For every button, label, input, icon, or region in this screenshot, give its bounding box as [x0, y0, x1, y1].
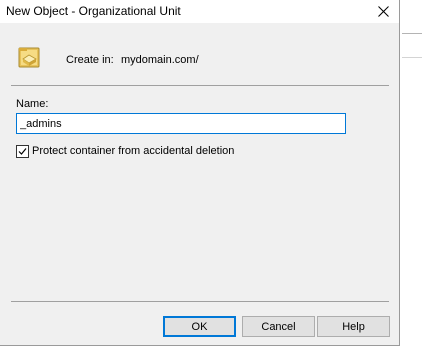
organizational-unit-icon — [18, 47, 40, 68]
name-label: Name: — [16, 98, 49, 110]
name-input[interactable] — [16, 113, 346, 134]
checkmark-icon — [18, 147, 27, 155]
cancel-button[interactable]: Cancel — [242, 316, 315, 337]
new-object-dialog: New Object - Organizational Unit Create … — [0, 0, 400, 346]
title-bar[interactable]: New Object - Organizational Unit — [0, 0, 399, 23]
footer-divider — [11, 301, 389, 302]
close-button[interactable] — [367, 0, 399, 23]
protect-checkbox-row[interactable]: Protect container from accidental deleti… — [16, 144, 234, 158]
header-divider — [11, 85, 389, 86]
create-in-path: mydomain.com/ — [121, 54, 199, 66]
help-button[interactable]: Help — [317, 316, 390, 337]
close-icon — [377, 6, 389, 17]
protect-checkbox-label[interactable]: Protect container from accidental deleti… — [32, 145, 234, 157]
background-divider — [402, 57, 422, 58]
protect-checkbox[interactable] — [16, 144, 29, 158]
ok-button[interactable]: OK — [163, 316, 236, 337]
create-in-label: Create in: — [66, 54, 114, 66]
window-title: New Object - Organizational Unit — [6, 4, 181, 18]
background-divider — [402, 33, 422, 34]
